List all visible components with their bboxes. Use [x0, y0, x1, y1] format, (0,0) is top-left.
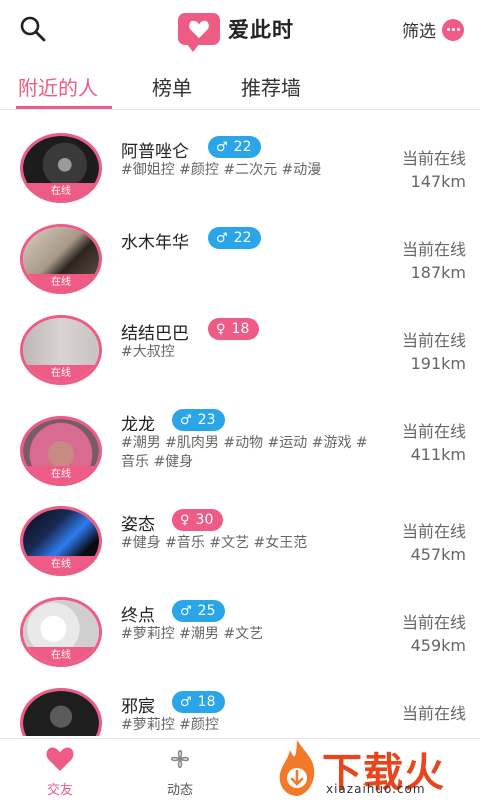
avatar[interactable]: 在线: [20, 416, 102, 486]
tab-bar: 附近的人 榜单 推荐墙: [0, 60, 480, 110]
user-name: 终点: [121, 606, 155, 626]
heart-icon: [46, 747, 74, 771]
nav-friends[interactable]: 交友: [30, 745, 90, 798]
logo-heart-icon: [178, 13, 220, 52]
interest-tags: #大叔控: [121, 344, 175, 360]
gender-age-badge: ♀ 18: [208, 318, 260, 340]
online-status-label: 在线: [23, 274, 99, 291]
gender-age-badge: ♂ 23: [172, 409, 226, 431]
top-bar: 爱此时 筛选: [0, 0, 480, 58]
distance: 411km: [410, 445, 466, 464]
online-status-text: 当前在线: [401, 522, 466, 541]
interest-tags: #健身 #音乐 #文艺 #女王范: [121, 535, 308, 551]
user-row[interactable]: 在线 邪宸 ♂ 18 #萝莉控 #颜控 当前在线: [0, 666, 480, 736]
gender-age-badge: ♂ 22: [208, 136, 262, 158]
filter-button[interactable]: 筛选: [402, 17, 464, 42]
distance: 187km: [410, 263, 466, 282]
online-status-label: 在线: [23, 647, 99, 664]
gender-age-badge: ♂ 25: [172, 600, 226, 622]
online-status-text: 当前在线: [401, 422, 466, 441]
nearby-user-list[interactable]: 在线 阿普唑仑 ♂ 22 #御姐控 #颜控 #二次元 #动漫 当前在线 147k…: [0, 111, 480, 736]
logo-text: 爱此时: [228, 18, 294, 42]
online-status-text: 当前在线: [401, 613, 466, 632]
age-value: 30: [195, 512, 214, 528]
app-logo: 爱此时: [178, 12, 294, 52]
gender-age-badge: ♀ 30: [172, 509, 224, 531]
online-status-label: 在线: [23, 556, 99, 573]
avatar[interactable]: 在线: [20, 224, 102, 294]
online-status-text: 当前在线: [401, 149, 466, 168]
age-value: 18: [231, 321, 250, 337]
filter-label: 筛选: [402, 22, 436, 42]
avatar[interactable]: 在线: [20, 506, 102, 576]
age-value: 18: [197, 694, 216, 710]
user-name: 水木年华: [121, 233, 189, 253]
male-icon: ♂: [180, 412, 192, 428]
age-value: 25: [197, 603, 216, 619]
user-row[interactable]: 在线 龙龙 ♂ 23 #潮男 #肌肉男 #动物 #运动 #游戏 #音乐 #健身 …: [0, 384, 480, 486]
avatar[interactable]: 在线: [20, 315, 102, 385]
user-name: 阿普唑仑: [121, 142, 189, 162]
online-status-label: 在线: [23, 183, 99, 200]
user-row[interactable]: 在线 结结巴巴 ♀ 18 #大叔控 当前在线 191km: [0, 293, 480, 385]
distance: 457km: [410, 545, 466, 564]
tab-nearby[interactable]: 附近的人: [18, 72, 98, 101]
user-name: 结结巴巴: [121, 324, 189, 344]
interest-tags: #萝莉控 #颜控: [121, 717, 219, 733]
interest-tags: #萝莉控 #潮男 #文艺: [121, 626, 264, 642]
age-value: 22: [233, 139, 252, 155]
nav-friends-label: 交友: [46, 783, 73, 798]
more-dots-icon: [442, 18, 464, 41]
active-tab-indicator: [16, 106, 112, 109]
online-status-label: 在线: [23, 466, 99, 483]
online-status-label: 在线: [23, 365, 99, 382]
watermark-url: xiazaihuo.com: [326, 782, 426, 796]
user-row[interactable]: 在线 水木年华 ♂ 22 当前在线 187km: [0, 202, 480, 294]
user-name: 龙龙: [121, 415, 155, 435]
flame-logo-icon: [279, 740, 315, 796]
interest-tags: #潮男 #肌肉男 #动物 #运动 #游戏 #音乐 #健身: [121, 435, 368, 470]
user-row[interactable]: 在线 姿态 ♀ 30 #健身 #音乐 #文艺 #女王范 当前在线 457km: [0, 484, 480, 576]
online-status-text: 当前在线: [401, 331, 466, 350]
male-icon: ♂: [180, 694, 192, 710]
distance: 459km: [410, 636, 466, 655]
nav-moments-label: 动态: [166, 783, 193, 798]
tab-recommend-wall[interactable]: 推荐墙: [241, 72, 301, 101]
distance: 191km: [410, 354, 466, 373]
online-status-text: 当前在线: [401, 240, 466, 259]
avatar[interactable]: 在线: [20, 597, 102, 667]
avatar[interactable]: 在线: [20, 688, 102, 736]
nav-moments[interactable]: 动态: [150, 745, 210, 798]
user-row[interactable]: 在线 阿普唑仑 ♂ 22 #御姐控 #颜控 #二次元 #动漫 当前在线 147k…: [0, 111, 480, 203]
search-button[interactable]: [18, 14, 48, 44]
female-icon: ♀: [180, 512, 190, 528]
age-value: 22: [233, 230, 252, 246]
online-status-text: 当前在线: [401, 704, 466, 723]
user-name: 姿态: [121, 515, 155, 535]
watermark: 下载火 xiazaihuo.com: [272, 738, 472, 800]
user-row[interactable]: 在线 终点 ♂ 25 #萝莉控 #潮男 #文艺 当前在线 459km: [0, 575, 480, 667]
avatar[interactable]: 在线: [20, 133, 102, 203]
gender-age-badge: ♂ 18: [172, 691, 226, 713]
gender-age-badge: ♂ 22: [208, 227, 262, 249]
tab-ranking[interactable]: 榜单: [152, 72, 192, 101]
age-value: 23: [197, 412, 216, 428]
male-icon: ♂: [216, 139, 228, 155]
distance: 147km: [410, 172, 466, 191]
male-icon: ♂: [180, 603, 192, 619]
interest-tags: #御姐控 #颜控 #二次元 #动漫: [121, 162, 322, 178]
pinwheel-icon: [170, 749, 190, 769]
male-icon: ♂: [216, 230, 228, 246]
female-icon: ♀: [216, 321, 226, 337]
user-name: 邪宸: [121, 697, 155, 717]
search-icon: [20, 16, 46, 42]
